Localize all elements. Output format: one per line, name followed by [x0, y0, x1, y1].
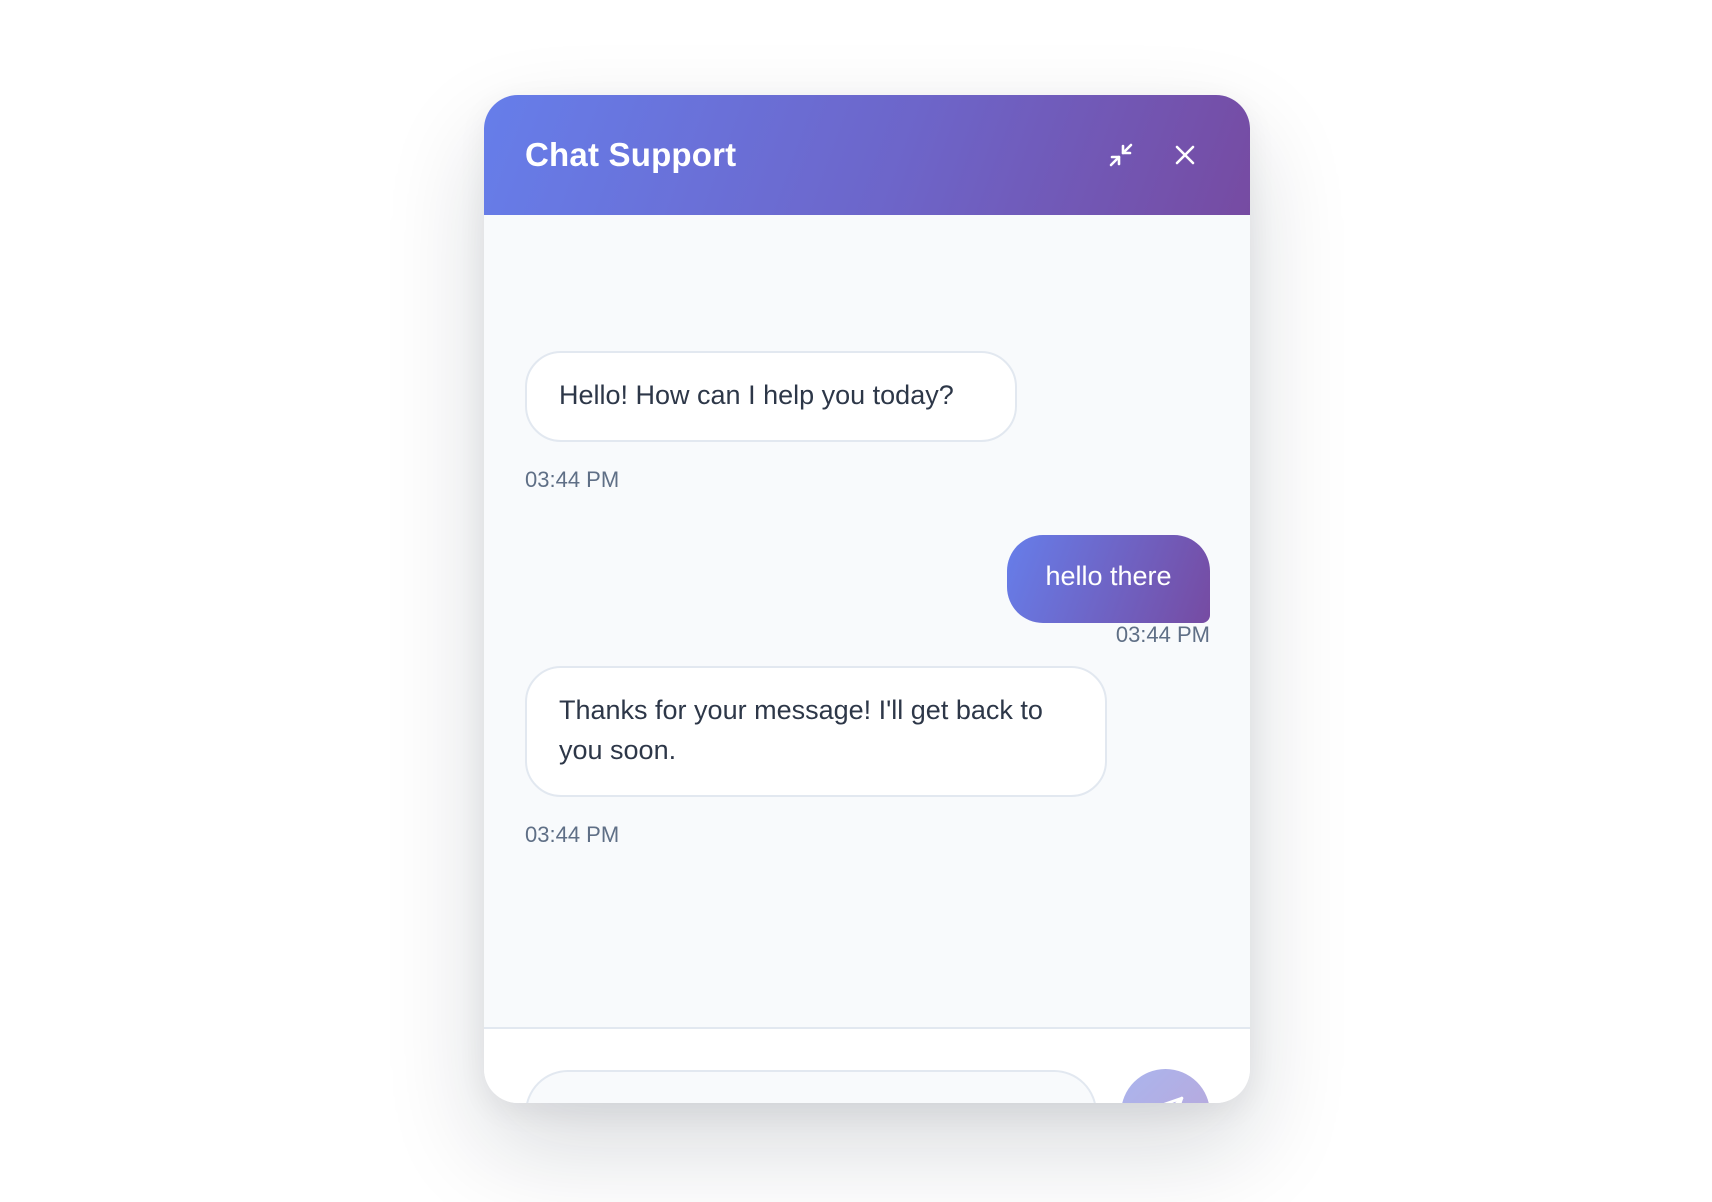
- chat-input-bar: [484, 1027, 1250, 1103]
- chat-header: Chat Support: [484, 95, 1250, 215]
- message-timestamp: 03:44 PM: [1115, 622, 1210, 647]
- send-icon: [1161, 1096, 1183, 1103]
- chat-widget: Chat Support Hello! How can I help you t…: [484, 95, 1250, 1103]
- bot-message: Thanks for your message! I'll get back t…: [525, 666, 1107, 797]
- chat-title: Chat Support: [525, 136, 737, 173]
- minimize-button[interactable]: [1099, 133, 1143, 177]
- message-input[interactable]: [525, 1070, 1097, 1103]
- close-button[interactable]: [1163, 133, 1207, 177]
- message-timestamp: 03:44 PM: [525, 467, 620, 492]
- bot-message: Hello! How can I help you today?: [525, 351, 1017, 442]
- send-button[interactable]: [1121, 1069, 1210, 1103]
- user-message: hello there: [1007, 535, 1210, 623]
- message-timestamp: 03:44 PM: [525, 822, 620, 847]
- minimize-icon: [1109, 143, 1133, 167]
- close-icon: [1175, 145, 1195, 165]
- message-list[interactable]: Hello! How can I help you today? 03:44 P…: [484, 215, 1250, 1027]
